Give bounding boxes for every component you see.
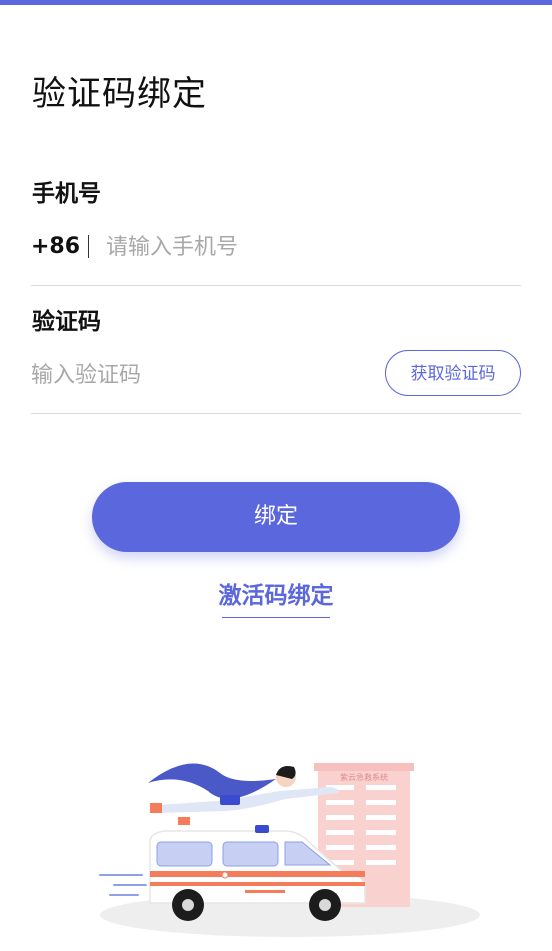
prefix-divider xyxy=(88,235,89,258)
ambulance-superhero-illustration: 紫云急救系统 xyxy=(99,763,480,937)
get-code-button[interactable]: 获取验证码 xyxy=(385,350,521,396)
page-title: 验证码绑定 xyxy=(32,74,207,114)
bind-button[interactable]: 绑定 xyxy=(92,482,460,552)
top-accent-bar xyxy=(0,0,552,5)
building-sign-text: 紫云急救系统 xyxy=(340,772,388,782)
verification-code-input[interactable] xyxy=(31,360,361,390)
superhero-figure xyxy=(148,763,339,825)
activation-code-bind-link[interactable]: 激活码绑定 xyxy=(0,576,552,610)
phone-field-row: +86 xyxy=(31,210,521,286)
code-field-row: 获取验证码 xyxy=(31,338,521,414)
phone-input[interactable] xyxy=(106,232,506,262)
speed-lines xyxy=(99,874,147,896)
phone-label: 手机号 xyxy=(32,181,101,207)
code-label: 验证码 xyxy=(32,309,101,335)
country-code-prefix[interactable]: +86 xyxy=(31,234,80,259)
link-underline xyxy=(222,617,330,618)
